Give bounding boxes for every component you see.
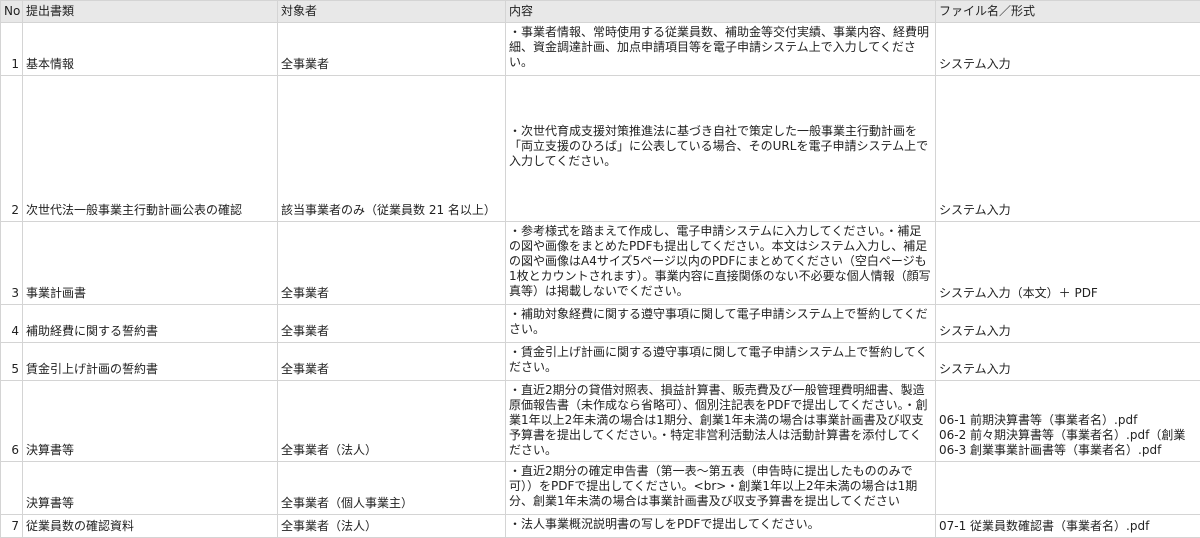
file-name-line: システム入力（本文）＋ PDF: [939, 286, 1197, 301]
cell-file[interactable]: システム入力: [936, 23, 1200, 76]
cell-no[interactable]: 1: [1, 23, 23, 76]
cell-document[interactable]: 従業員数の確認資料: [23, 515, 278, 538]
cell-content[interactable]: ・法人事業概況説明書の写しをPDFで提出してください。: [506, 515, 936, 538]
cell-content[interactable]: ・補助対象経費に関する遵守事項に関して電子申請システム上で誓約してください。: [506, 305, 936, 343]
cell-content[interactable]: ・賃金引上げ計画に関する遵守事項に関して電子申請システム上で誓約してください。: [506, 343, 936, 381]
cell-document[interactable]: 次世代法一般事業主行動計画公表の確認: [23, 76, 278, 222]
cell-file[interactable]: システム入力: [936, 76, 1200, 222]
cell-document[interactable]: 決算書等: [23, 381, 278, 462]
table-row: 7従業員数の確認資料全事業者（法人）・法人事業概況説明書の写しをPDFで提出して…: [1, 515, 1200, 538]
cell-document[interactable]: 補助経費に関する誓約書: [23, 305, 278, 343]
cell-target[interactable]: 全事業者: [278, 305, 506, 343]
cell-content[interactable]: ・直近2期分の貸借対照表、損益計算書、販売費及び一般管理費明細書、製造原価報告書…: [506, 381, 936, 462]
submission-documents-table: No 提出書類 対象者 内容 ファイル名／形式 1基本情報全事業者・事業者情報、…: [0, 0, 1200, 538]
cell-target[interactable]: 全事業者: [278, 222, 506, 305]
file-name-line: 06-1 前期決算書等（事業者名）.pdf: [939, 413, 1197, 428]
file-name-line: 06-2 前々期決算書等（事業者名）.pdf（創業: [939, 428, 1197, 443]
file-name-line: システム入力: [939, 203, 1197, 218]
cell-no[interactable]: 5: [1, 343, 23, 381]
cell-target[interactable]: 該当事業者のみ（従業員数 21 名以上）: [278, 76, 506, 222]
cell-no[interactable]: 4: [1, 305, 23, 343]
header-target[interactable]: 対象者: [278, 1, 506, 23]
cell-file[interactable]: システム入力（本文）＋ PDF: [936, 222, 1200, 305]
cell-file[interactable]: [936, 462, 1200, 515]
cell-file[interactable]: システム入力: [936, 305, 1200, 343]
file-name-line: 07-1 従業員数確認書（事業者名）.pdf: [939, 519, 1197, 534]
document-sheet: No 提出書類 対象者 内容 ファイル名／形式 1基本情報全事業者・事業者情報、…: [0, 0, 1200, 478]
cell-no[interactable]: 2: [1, 76, 23, 222]
table-row: 2次世代法一般事業主行動計画公表の確認該当事業者のみ（従業員数 21 名以上）・…: [1, 76, 1200, 222]
cell-target[interactable]: 全事業者（個人事業主）: [278, 462, 506, 515]
table-row: 4補助経費に関する誓約書全事業者・補助対象経費に関する遵守事項に関して電子申請シ…: [1, 305, 1200, 343]
header-row: No 提出書類 対象者 内容 ファイル名／形式: [1, 1, 1200, 23]
cell-document[interactable]: 基本情報: [23, 23, 278, 76]
cell-content[interactable]: ・次世代育成支援対策推進法に基づき自社で策定した一般事業主行動計画を「両立支援の…: [506, 76, 936, 222]
table-row: 5賃金引上げ計画の誓約書全事業者・賃金引上げ計画に関する遵守事項に関して電子申請…: [1, 343, 1200, 381]
header-no[interactable]: No: [1, 1, 23, 23]
file-name-line: システム入力: [939, 362, 1197, 377]
cell-file[interactable]: 07-1 従業員数確認書（事業者名）.pdf: [936, 515, 1200, 538]
table-row: 1基本情報全事業者・事業者情報、常時使用する従業員数、補助金等交付実績、事業内容…: [1, 23, 1200, 76]
cell-no[interactable]: [1, 462, 23, 515]
table-row: 3事業計画書全事業者・参考様式を踏まえて作成し、電子申請システムに入力してくださ…: [1, 222, 1200, 305]
cell-file[interactable]: システム入力: [936, 343, 1200, 381]
header-document[interactable]: 提出書類: [23, 1, 278, 23]
cell-document[interactable]: 決算書等: [23, 462, 278, 515]
cell-no[interactable]: 7: [1, 515, 23, 538]
file-name-line: システム入力: [939, 57, 1197, 72]
table-row: 決算書等全事業者（個人事業主）・直近2期分の確定申告書（第一表～第五表（申告時に…: [1, 462, 1200, 515]
header-content[interactable]: 内容: [506, 1, 936, 23]
cell-document[interactable]: 賃金引上げ計画の誓約書: [23, 343, 278, 381]
table-row: 6決算書等全事業者（法人）・直近2期分の貸借対照表、損益計算書、販売費及び一般管…: [1, 381, 1200, 462]
cell-file[interactable]: 06-1 前期決算書等（事業者名）.pdf06-2 前々期決算書等（事業者名）.…: [936, 381, 1200, 462]
cell-content[interactable]: ・直近2期分の確定申告書（第一表～第五表（申告時に提出したもののみで可））をPD…: [506, 462, 936, 515]
cell-content[interactable]: ・事業者情報、常時使用する従業員数、補助金等交付実績、事業内容、経費明細、資金調…: [506, 23, 936, 76]
file-name-line: システム入力: [939, 324, 1197, 339]
cell-no[interactable]: 3: [1, 222, 23, 305]
cell-target[interactable]: 全事業者（法人）: [278, 515, 506, 538]
cell-target[interactable]: 全事業者: [278, 343, 506, 381]
cell-no[interactable]: 6: [1, 381, 23, 462]
cell-target[interactable]: 全事業者: [278, 23, 506, 76]
header-file[interactable]: ファイル名／形式: [936, 1, 1200, 23]
cell-document[interactable]: 事業計画書: [23, 222, 278, 305]
file-name-line: 06-3 創業事業計画書等（事業者名）.pdf: [939, 443, 1197, 458]
cell-target[interactable]: 全事業者（法人）: [278, 381, 506, 462]
cell-content[interactable]: ・参考様式を踏まえて作成し、電子申請システムに入力してください。・補足の図や画像…: [506, 222, 936, 305]
